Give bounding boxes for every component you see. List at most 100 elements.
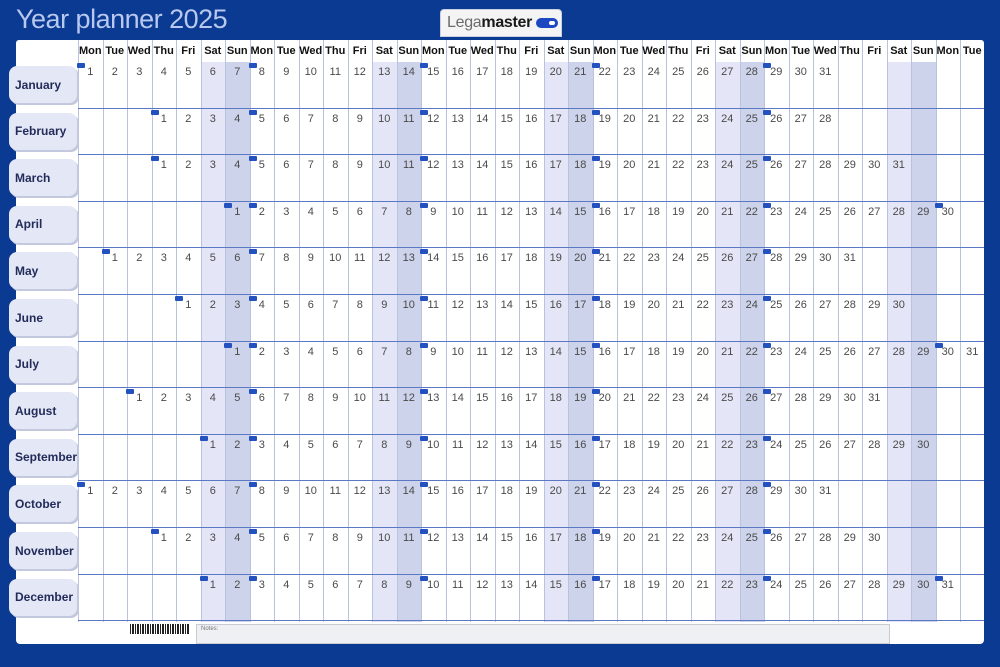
day-cell[interactable]: 25 [740,158,765,173]
day-cell[interactable]: 23 [691,112,716,127]
day-cell[interactable]: 2 [103,65,128,80]
day-cell[interactable]: 16 [568,438,593,453]
day-cell[interactable]: 5 [323,345,348,360]
day-cell[interactable]: 11 [348,251,373,266]
day-cell[interactable]: 19 [617,298,642,313]
day-cell[interactable]: 13 [470,298,495,313]
day-cell[interactable]: 26 [691,484,716,499]
day-cell[interactable]: 19 [519,65,544,80]
day-cell[interactable]: 28 [813,158,838,173]
day-cell[interactable]: 10 [446,205,471,220]
day-cell[interactable]: 18 [642,205,667,220]
day-cell[interactable]: 15 [519,298,544,313]
day-cell[interactable]: 23 [617,484,642,499]
day-cell[interactable]: 28 [740,65,765,80]
day-cell[interactable]: 17 [544,531,569,546]
day-cell[interactable]: 11 [397,531,422,546]
day-cell[interactable]: 21 [642,531,667,546]
day-cell[interactable]: 29 [887,438,912,453]
day-cell[interactable]: 16 [519,531,544,546]
day-cell[interactable]: 24 [740,298,765,313]
day-cell[interactable]: 13 [519,345,544,360]
day-cell[interactable]: 24 [715,158,740,173]
day-cell[interactable]: 11 [446,578,471,593]
day-cell[interactable]: 5 [323,205,348,220]
day-cell[interactable]: 31 [862,391,887,406]
day-cell[interactable]: 17 [617,345,642,360]
day-cell[interactable]: 3 [127,65,152,80]
day-cell[interactable]: 15 [568,345,593,360]
day-cell[interactable]: 14 [544,345,569,360]
day-cell[interactable]: 23 [691,531,716,546]
day-cell[interactable]: 17 [544,158,569,173]
day-cell[interactable]: 28 [887,345,912,360]
day-cell[interactable]: 19 [666,205,691,220]
day-cell[interactable]: 26 [838,345,863,360]
day-cell[interactable]: 27 [715,484,740,499]
day-cell[interactable]: 20 [691,345,716,360]
day-cell[interactable]: 19 [642,578,667,593]
day-cell[interactable]: 9 [397,438,422,453]
day-cell[interactable]: 18 [568,158,593,173]
day-cell[interactable]: 22 [666,112,691,127]
day-cell[interactable]: 16 [519,112,544,127]
day-cell[interactable]: 16 [446,484,471,499]
day-cell[interactable]: 8 [299,391,324,406]
day-cell[interactable]: 25 [789,438,814,453]
day-cell[interactable]: 22 [666,158,691,173]
day-cell[interactable]: 18 [568,112,593,127]
day-cell[interactable]: 16 [495,391,520,406]
day-cell[interactable]: 13 [372,65,397,80]
day-cell[interactable]: 9 [323,391,348,406]
day-cell[interactable]: 12 [397,391,422,406]
day-cell[interactable]: 26 [813,578,838,593]
day-cell[interactable]: 26 [789,298,814,313]
day-cell[interactable]: 30 [911,438,936,453]
day-cell[interactable]: 20 [544,484,569,499]
day-cell[interactable]: 20 [544,65,569,80]
day-cell[interactable]: 25 [789,578,814,593]
day-cell[interactable]: 24 [691,391,716,406]
day-cell[interactable]: 5 [176,65,201,80]
day-cell[interactable]: 2 [176,158,201,173]
day-cell[interactable]: 28 [740,484,765,499]
day-cell[interactable]: 20 [666,578,691,593]
day-cell[interactable]: 30 [789,484,814,499]
day-cell[interactable]: 12 [348,484,373,499]
day-cell[interactable]: 23 [666,391,691,406]
day-cell[interactable]: 27 [789,158,814,173]
day-cell[interactable]: 20 [642,298,667,313]
day-cell[interactable]: 18 [617,438,642,453]
day-cell[interactable]: 14 [495,298,520,313]
day-cell[interactable]: 27 [740,251,765,266]
day-cell[interactable]: 9 [348,112,373,127]
day-cell[interactable]: 3 [201,158,226,173]
day-cell[interactable]: 15 [470,391,495,406]
day-cell[interactable]: 24 [715,112,740,127]
day-cell[interactable]: 18 [544,391,569,406]
day-cell[interactable]: 25 [813,345,838,360]
day-cell[interactable]: 19 [544,251,569,266]
day-cell[interactable]: 14 [397,65,422,80]
day-cell[interactable]: 7 [299,112,324,127]
day-cell[interactable]: 30 [838,391,863,406]
day-cell[interactable]: 7 [372,345,397,360]
day-cell[interactable]: 20 [666,438,691,453]
day-cell[interactable]: 18 [642,345,667,360]
day-cell[interactable]: 26 [838,205,863,220]
day-cell[interactable]: 14 [519,578,544,593]
day-cell[interactable]: 17 [617,205,642,220]
day-cell[interactable]: 30 [887,298,912,313]
day-cell[interactable]: 13 [446,112,471,127]
day-cell[interactable]: 23 [740,578,765,593]
day-cell[interactable]: 2 [103,484,128,499]
day-cell[interactable]: 5 [299,578,324,593]
day-cell[interactable]: 12 [446,298,471,313]
day-cell[interactable]: 6 [274,112,299,127]
day-cell[interactable]: 20 [691,205,716,220]
day-cell[interactable]: 2 [176,112,201,127]
day-cell[interactable]: 27 [813,298,838,313]
day-cell[interactable]: 18 [617,578,642,593]
day-cell[interactable]: 3 [127,484,152,499]
day-cell[interactable]: 8 [323,112,348,127]
